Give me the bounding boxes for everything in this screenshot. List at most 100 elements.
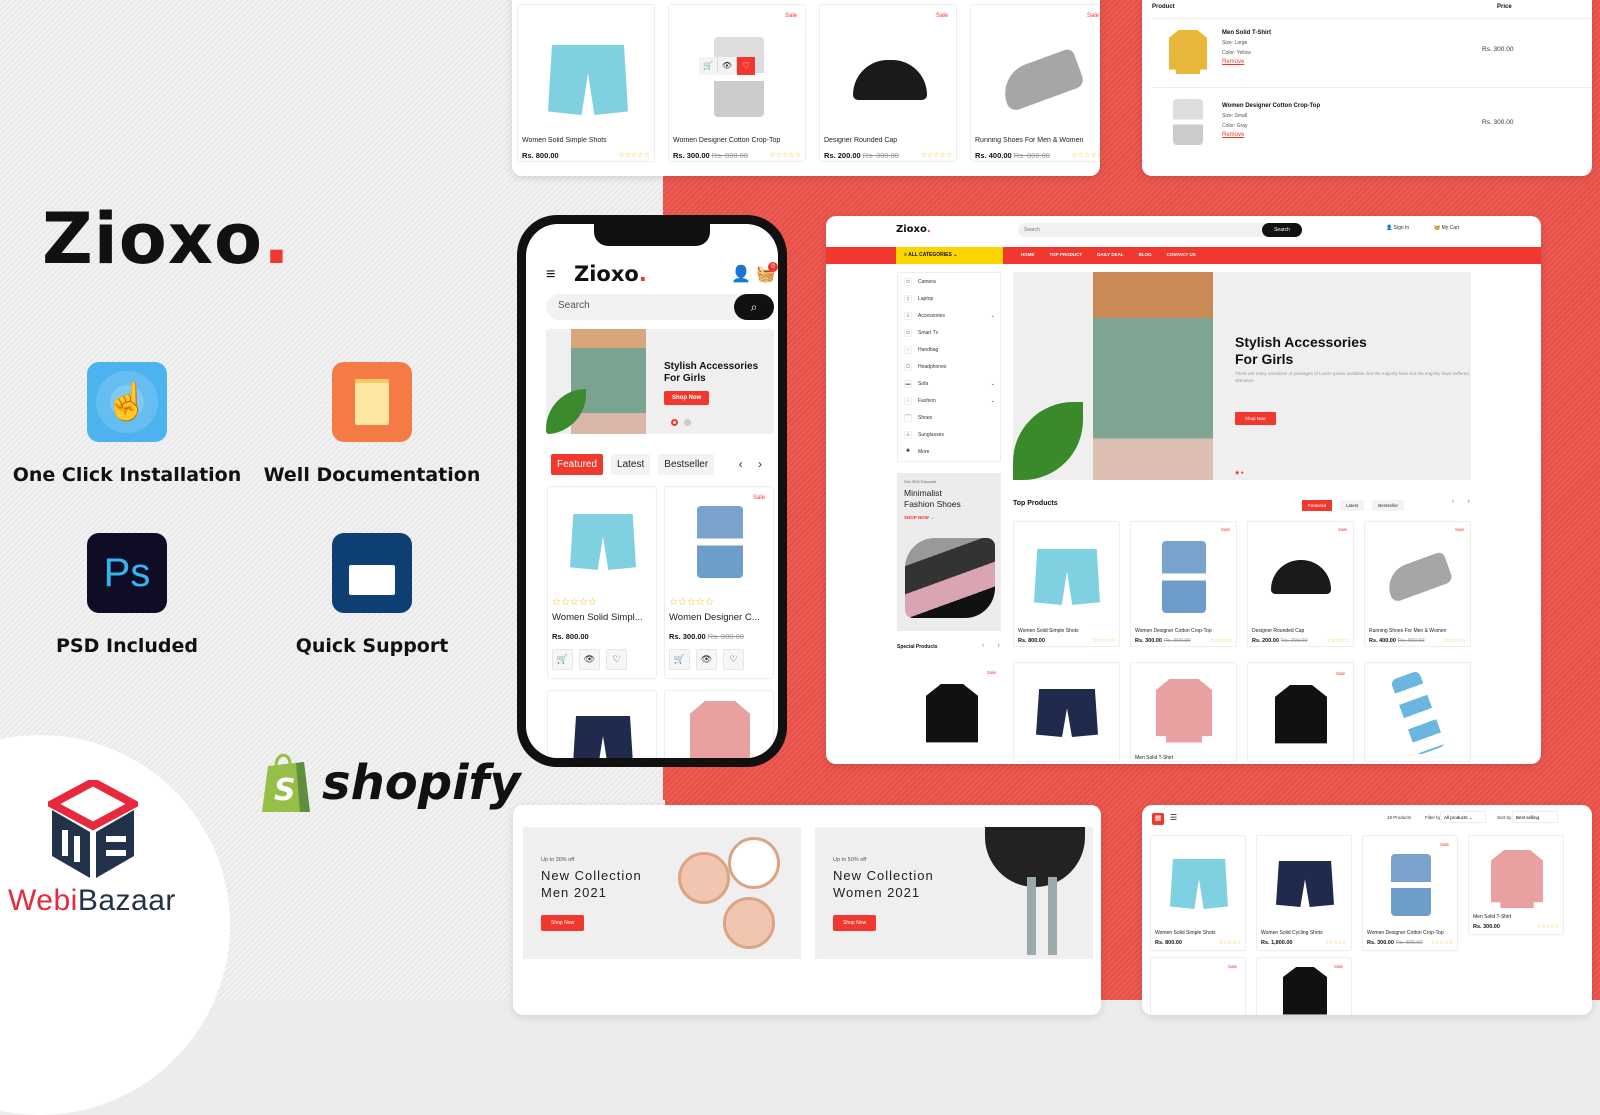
product-card[interactable] [547,690,657,758]
cart-item-name[interactable]: Women Designer Cotton Crop-Top [1222,103,1320,109]
product-card[interactable]: Sale [1247,662,1354,762]
search-button[interactable]: Search [1262,223,1302,237]
product-name[interactable]: Women Solid Simple Shots [1018,628,1079,634]
quick-view-button[interactable]: 👁 [696,649,717,670]
tab-featured[interactable]: Featured [551,454,604,475]
cart-item-name[interactable]: Men Solid T-Shirt [1222,30,1271,36]
category-item[interactable]: ∩ Handbag [898,341,1000,358]
nav-contact-us[interactable]: CONTACT US [1167,252,1196,257]
carousel-dots[interactable]: ◉ ● [1235,470,1244,476]
product-card[interactable]: Sale Running Shoes For Men & Women Rs. 4… [1364,521,1471,647]
product-name[interactable]: Men Solid T-Shirt [1473,914,1511,920]
mobile-logo[interactable]: Zioxo. [574,262,647,286]
banner-women[interactable]: Up to 50% off New Collection Women 2021 S… [815,827,1093,959]
user-icon[interactable]: 👤 [731,264,751,284]
product-name[interactable]: Women Designer C... [669,612,773,623]
product-card[interactable] [1013,662,1120,762]
product-name[interactable]: Running Shoes For Men & Women [975,137,1083,144]
product-card[interactable]: Men Solid T-Shirt [1130,662,1237,762]
category-item[interactable]: ◘ Smart Tv [898,324,1000,341]
all-categories-button[interactable]: ≡ ALL CATEGORIES ⌄ [896,247,1003,264]
shop-now-button[interactable]: Shop Now [664,391,710,405]
shop-now-link[interactable]: SHOP NOW → [904,515,935,520]
category-item[interactable]: ⌒ Shoes [898,409,1000,426]
product-card[interactable]: Sale Women Designer Cotton Crop-Top Rs. … [1130,521,1237,647]
product-card[interactable]: Women Solid Simple Shots Rs. 800.00 ☆☆☆☆… [1150,835,1246,951]
nav-top-product[interactable]: TOP PRODUCT [1050,252,1083,257]
remove-link[interactable]: Remove [1222,59,1244,65]
category-item-more[interactable]: ✚ More [898,443,1000,460]
wishlist-button[interactable]: ♡ [606,649,627,670]
product-card[interactable]: Men Solid T-Shirt Rs. 300.00 ☆☆☆☆☆ [1468,835,1564,935]
nav-home[interactable]: HOME [1021,252,1035,257]
product-card[interactable]: Women Solid Cycling Shots Rs. 1,800.00 ☆… [1256,835,1352,951]
product-card[interactable]: Sale [1256,957,1352,1015]
nav-daily-deal[interactable]: DAILY DEAL [1097,252,1124,257]
category-item[interactable]: Ω Headphones [898,358,1000,375]
category-item[interactable]: ▬ Sofa ⌄ [898,375,1000,392]
product-name[interactable]: Women Designer Cotton Crop-Top [673,137,780,144]
quick-view-button[interactable]: 👁 [579,649,600,670]
add-to-cart-button[interactable]: 🛒 [699,57,717,75]
carousel-arrows[interactable]: ‹ › [1452,499,1476,505]
product-name[interactable]: Running Shoes For Men & Women [1369,628,1446,634]
wishlist-button[interactable]: ♡ [737,57,755,75]
category-item[interactable]: ∩ Fashion ⌄ [898,392,1000,409]
nav-blog[interactable]: BLOG [1139,252,1152,257]
banner-men[interactable]: Up to 30% off New Collection Men 2021 Sho… [523,827,801,959]
carousel-arrows[interactable]: ‹ › [739,457,768,471]
product-name[interactable]: Women Designer Cotton Crop-Top [1135,628,1212,634]
product-name[interactable]: Women Designer Cotton Crop-Top [1367,930,1444,936]
product-card[interactable]: Women Solid Simple Shots Rs. 800.00 ☆☆☆☆… [517,4,655,162]
search-input[interactable]: Search ⌕ [546,294,774,320]
tab-bestseller[interactable]: Bestseller [1372,500,1405,511]
product-name[interactable]: Designer Rounded Cap [1252,628,1304,634]
product-name[interactable]: Women Solid Simpl... [552,612,656,623]
sign-in-link[interactable]: 👤 Sign In [1386,225,1409,231]
promo-banner[interactable]: Get 30% Discount Minimalist Fashion Shoes… [897,473,1001,631]
shop-now-button[interactable]: Shop Now [1235,412,1276,425]
my-cart-link[interactable]: 🧺 My Cart [1434,225,1459,231]
special-product-card[interactable]: Sale [897,662,1004,762]
category-item[interactable]: ▯ Laptop [898,290,1000,307]
product-card[interactable]: Sale [1150,957,1246,1015]
tab-latest[interactable]: Latest [1340,500,1365,511]
product-card[interactable] [664,690,774,758]
sort-select[interactable]: Best selling [1512,811,1558,823]
product-name[interactable]: Women Solid Simple Shots [522,137,607,144]
tab-bestseller[interactable]: Bestseller [658,454,715,475]
product-card[interactable]: Women Solid Simple Shots Rs. 800.00 ☆☆☆☆… [1013,521,1120,647]
filter-select[interactable]: All products ⌄ [1440,811,1486,823]
product-name[interactable]: Designer Rounded Cap [824,137,897,144]
remove-link[interactable]: Remove [1222,132,1244,138]
tab-featured[interactable]: Featured [1302,500,1333,511]
product-card[interactable]: Sale Designer Rounded Cap Rs. 200.00 Rs. … [819,4,957,162]
hamburger-menu-icon[interactable]: ≡ [546,266,555,284]
category-item[interactable]: ◘ Camera [898,273,1000,290]
category-item[interactable]: ♙ Sunglasses [898,426,1000,443]
product-name[interactable]: Men Solid T-Shirt [1135,755,1173,761]
product-card[interactable]: Sale Running Shoes For Men & Women Rs. 4… [970,4,1100,162]
desktop-logo[interactable]: Zioxo. [896,224,931,235]
carousel-dots[interactable] [671,419,691,426]
category-item[interactable]: ♙ Accessories ⌄ [898,307,1000,324]
product-name[interactable]: Women Solid Cycling Shots [1261,930,1323,936]
product-card[interactable] [1364,662,1471,762]
list-view-icon[interactable]: ☰ [1170,813,1177,822]
product-name[interactable]: Women Solid Simple Shots [1155,930,1216,936]
search-icon[interactable]: ⌕ [734,294,774,320]
special-carousel-arrows[interactable]: ‹ › [982,643,1006,649]
add-to-cart-button[interactable]: 🛒 [669,649,690,670]
quick-view-button[interactable]: 👁 [718,57,736,75]
wishlist-button[interactable]: ♡ [723,649,744,670]
product-card[interactable]: Sale Women Designer Cotton Crop-Top Rs. … [1362,835,1458,951]
product-card[interactable]: Sale 🛒 👁 ♡ Women Designer Cotton Crop-To… [668,4,806,162]
shop-now-button[interactable]: Shop Now [541,915,585,931]
tab-latest[interactable]: Latest [611,454,651,475]
search-input[interactable]: Search Search [1018,223,1302,237]
product-card[interactable]: Sale Designer Rounded Cap Rs. 200.00 Rs. … [1247,521,1354,647]
product-card[interactable]: ☆☆☆☆☆ Women Solid Simpl... Rs. 800.00 🛒 … [547,486,657,679]
add-to-cart-button[interactable]: 🛒 [552,649,573,670]
product-card[interactable]: Sale ☆☆☆☆☆ Women Designer C... Rs. 300.0… [664,486,774,679]
grid-view-icon[interactable]: ▦ [1152,813,1164,825]
